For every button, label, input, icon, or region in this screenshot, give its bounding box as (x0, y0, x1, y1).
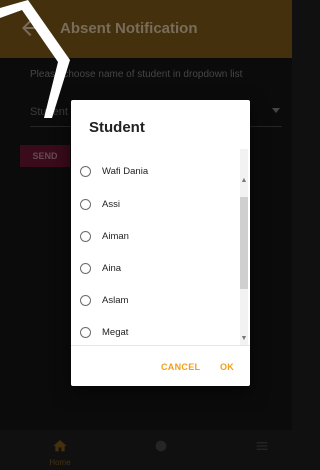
chevron-up-icon[interactable]: ▲ (240, 177, 248, 185)
radio-button[interactable] (80, 231, 91, 242)
chevron-down-icon[interactable]: ▼ (240, 335, 248, 343)
option-label: Aiman (102, 231, 129, 242)
ok-button[interactable]: OK (220, 362, 234, 372)
option-label: Aslam (102, 295, 129, 306)
option-aiman[interactable]: Aiman (71, 223, 239, 253)
scrollbar-thumb[interactable] (240, 197, 248, 289)
option-label: Megat (102, 327, 129, 338)
radio-button[interactable] (80, 166, 91, 177)
dialog-divider (71, 345, 250, 346)
dialog-scrollbar[interactable]: ▲ ▼ (240, 149, 248, 345)
dialog-title: Student (89, 119, 145, 136)
option-label: Aina (102, 263, 122, 274)
option-wafi-dania[interactable]: Wafi Dania (71, 166, 239, 188)
option-aina[interactable]: Aina (71, 255, 239, 285)
option-label: Assi (102, 199, 120, 210)
student-select-dialog: Student Wafi Dania Assi Aiman Aina Aslam… (71, 100, 250, 386)
option-aslam[interactable]: Aslam (71, 287, 239, 317)
option-label: Wafi Dania (102, 166, 149, 177)
student-option-list: Wafi Dania Assi Aiman Aina Aslam Megat (71, 166, 239, 346)
radio-button[interactable] (80, 327, 91, 338)
radio-button[interactable] (80, 199, 91, 210)
radio-button[interactable] (80, 263, 91, 274)
decorative-stroke (0, 0, 70, 118)
radio-button[interactable] (80, 295, 91, 306)
option-assi[interactable]: Assi (71, 191, 239, 221)
cancel-button[interactable]: CANCEL (161, 362, 200, 372)
option-megat[interactable]: Megat (71, 319, 239, 346)
